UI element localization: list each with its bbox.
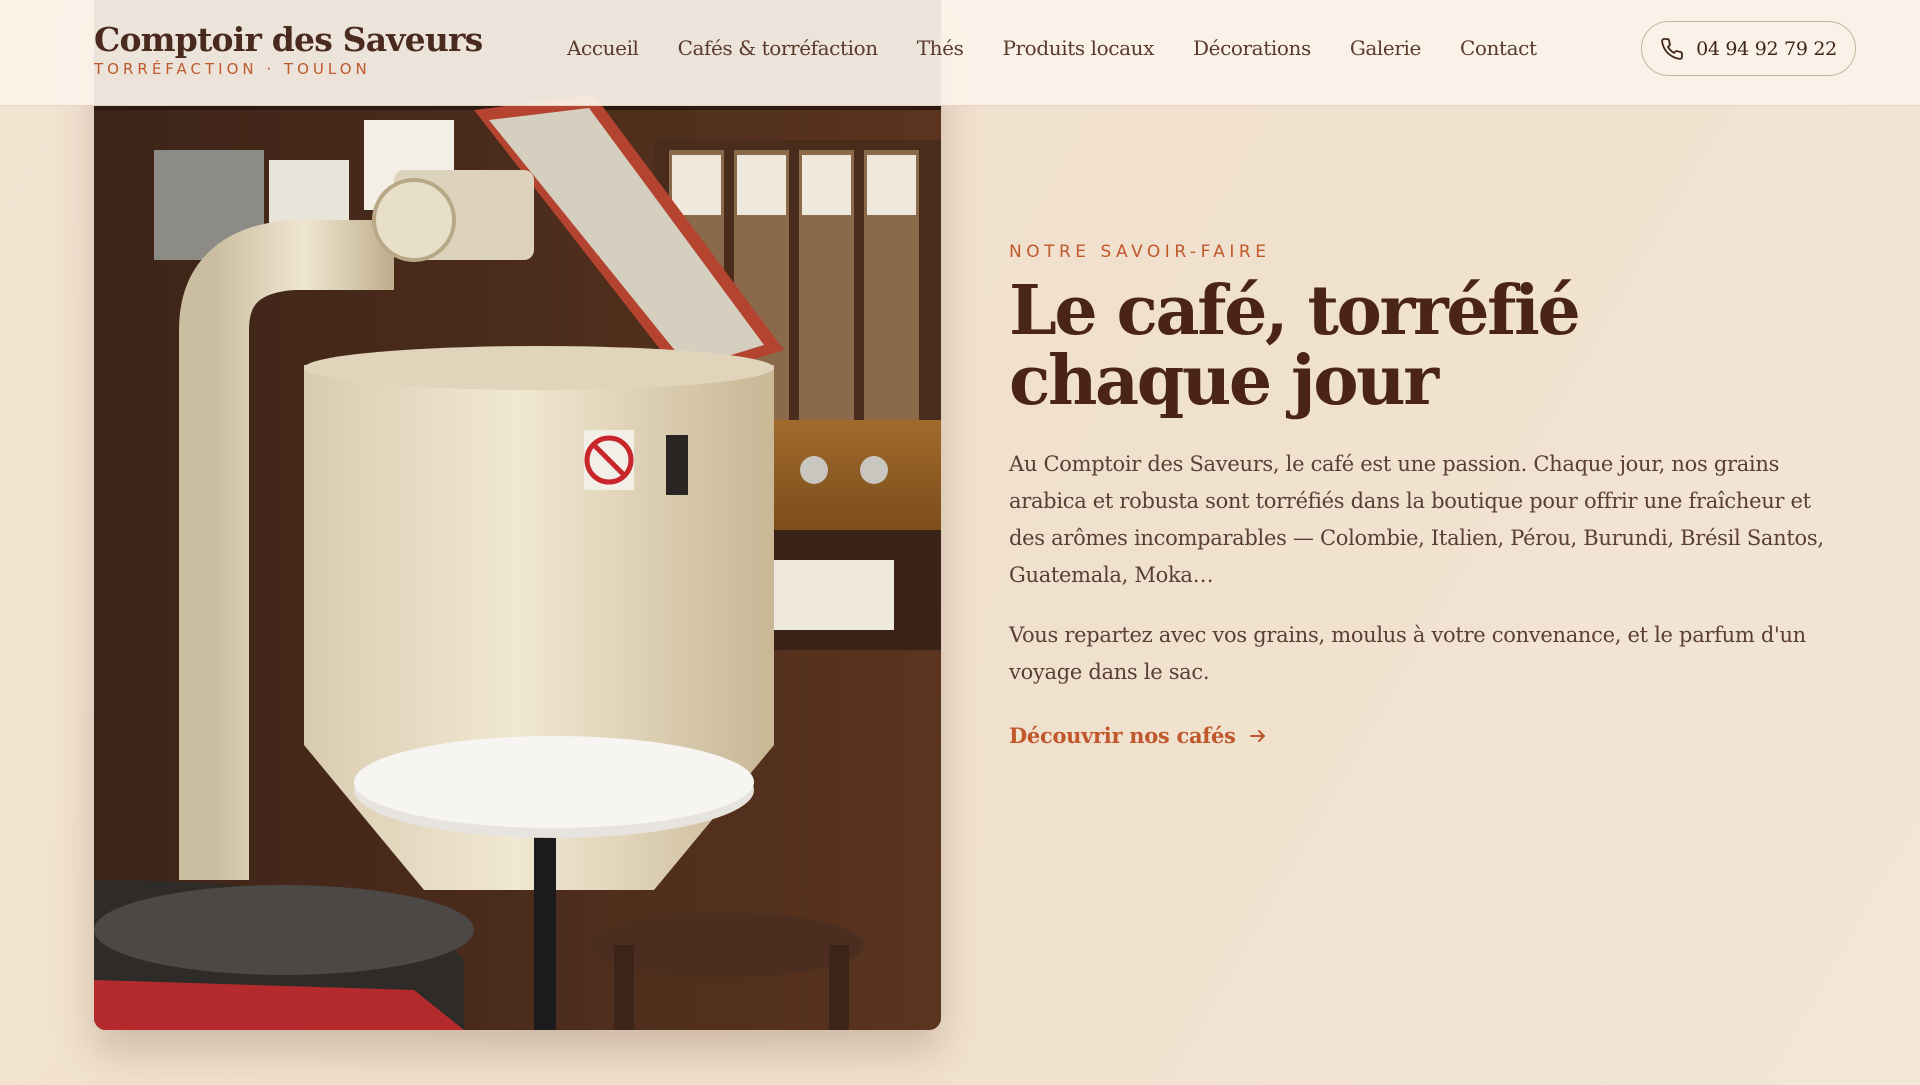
savoir-faire-section: NOTRE SAVOIR-FAIRE Le café, torréfié cha… <box>1009 240 1839 748</box>
phone-button[interactable]: 04 94 92 79 22 <box>1641 21 1856 76</box>
hero-photo <box>94 0 941 1030</box>
brand-tagline: TORRÉFACTION · TOULON <box>94 60 371 78</box>
nav-item-accueil[interactable]: Accueil <box>567 34 639 62</box>
brand-logo[interactable]: Comptoir des Saveurs TORRÉFACTION · TOUL… <box>94 18 483 78</box>
site-header: Comptoir des Saveurs TORRÉFACTION · TOUL… <box>0 0 1920 106</box>
nav-item-thes[interactable]: Thés <box>917 34 964 62</box>
nav-item-galerie[interactable]: Galerie <box>1350 34 1422 62</box>
section-eyebrow: NOTRE SAVOIR-FAIRE <box>1009 242 1271 262</box>
intro-paragraph: Au Comptoir des Saveurs, le café est une… <box>1009 452 1824 587</box>
cta-label: Découvrir nos cafés <box>1009 723 1236 748</box>
phone-icon <box>1661 37 1683 60</box>
nav-item-decorations[interactable]: Décorations <box>1193 34 1311 62</box>
phone-number: 04 94 92 79 22 <box>1696 37 1837 60</box>
main-nav: Accueil Cafés & torréfaction Thés Produi… <box>567 34 1537 62</box>
nav-item-cafes[interactable]: Cafés & torréfaction <box>678 34 879 62</box>
nav-item-contact[interactable]: Contact <box>1460 34 1537 62</box>
nav-item-produits-locaux[interactable]: Produits locaux <box>1002 34 1154 62</box>
brand-name: Comptoir des Saveurs <box>94 20 483 59</box>
coffee-roaster-photo <box>94 0 941 1030</box>
arrow-right-icon <box>1249 729 1265 742</box>
section-title: Le café, torréfié chaque jour <box>1009 271 1581 421</box>
secondary-paragraph: Vous repartez avec vos grains, moulus à … <box>1009 623 1806 684</box>
discover-cafes-link[interactable]: Découvrir nos cafés <box>1009 723 1268 748</box>
